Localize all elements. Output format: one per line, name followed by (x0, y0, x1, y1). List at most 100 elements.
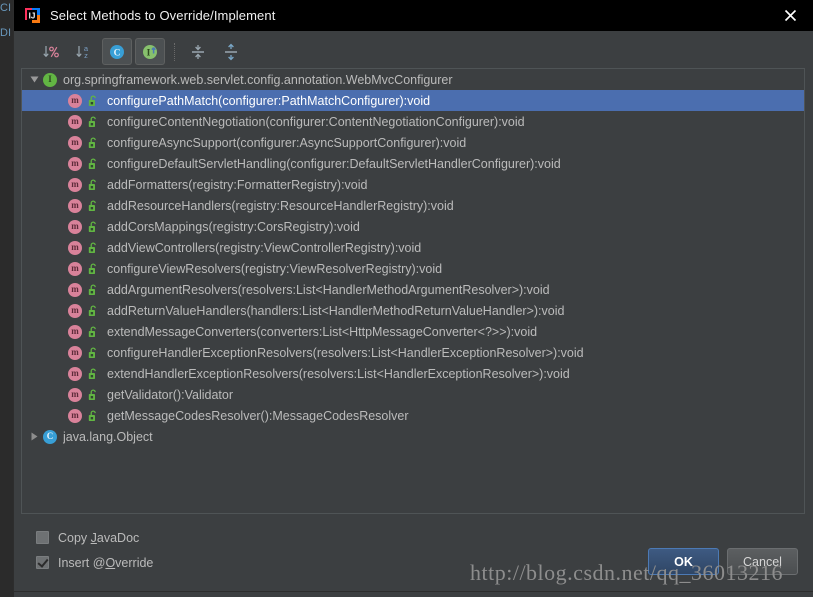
public-lock-icon (88, 409, 101, 423)
public-lock-icon (88, 262, 101, 276)
public-lock-icon (88, 388, 101, 402)
tree-row-method[interactable]: m extendMessageConverters(converters:List… (22, 321, 804, 342)
dialog-titlebar: IJ Select Methods to Override/Implement (14, 0, 813, 31)
ide-left-strip: CI DI (0, 0, 14, 597)
public-lock-icon (88, 241, 101, 255)
insert-override-checkbox[interactable] (36, 556, 49, 569)
tree-row-label: extendMessageConverters(converters:List<… (107, 324, 538, 339)
tree-row-label: configureContentNegotiation(configurer:C… (107, 114, 525, 129)
copy-javadoc-label-after: avaDoc (96, 530, 140, 545)
public-lock-icon (88, 325, 101, 339)
tree-row-type[interactable]: Iorg.springframework.web.servlet.config.… (22, 69, 804, 90)
public-lock-icon (88, 367, 101, 381)
public-lock-icon (88, 94, 101, 108)
tree-row-method[interactable]: m addFormatters(registry:FormatterRegistr… (22, 174, 804, 195)
override-implement-dialog: IJ Select Methods to Override/Implement … (14, 0, 813, 591)
tree-row-label: org.springframework.web.servlet.config.a… (63, 72, 453, 87)
method-icon: m (68, 135, 84, 151)
tree-row-label: java.lang.Object (63, 429, 153, 444)
method-icon: m (68, 261, 84, 277)
public-lock-icon (88, 220, 101, 234)
class-icon: C (43, 429, 59, 445)
tree-row-label: extendHandlerExceptionResolvers(resolver… (107, 366, 570, 381)
tree-row-method[interactable]: m configureHandlerExceptionResolvers(reso… (22, 342, 804, 363)
method-icon: m (68, 240, 84, 256)
sort-alphabetically-button[interactable]: a z (69, 38, 99, 65)
method-icon: m (68, 282, 84, 298)
public-lock-icon (88, 283, 101, 297)
tree-row-method[interactable]: m addCorsMappings(registry:CorsRegistry):… (22, 216, 804, 237)
dialog-title: Select Methods to Override/Implement (50, 8, 276, 23)
chevron-right-icon[interactable] (26, 432, 43, 441)
copy-javadoc-checkbox[interactable] (36, 531, 49, 544)
tree-row-method[interactable]: m configureDefaultServletHandling(configu… (22, 153, 804, 174)
public-lock-icon (88, 157, 101, 171)
tree-row-method[interactable]: m configureViewResolvers(registry:ViewRes… (22, 258, 804, 279)
tree-row-label: configureAsyncSupport(configurer:AsyncSu… (107, 135, 467, 150)
public-lock-icon (88, 199, 101, 213)
tree-row-method[interactable]: m addArgumentResolvers(resolvers:List<Han… (22, 279, 804, 300)
method-icon: m (68, 198, 84, 214)
dialog-toolbar: a z C I (14, 36, 813, 67)
method-icon: m (68, 93, 84, 109)
collapse-all-button[interactable] (216, 38, 246, 65)
method-icon: m (68, 366, 84, 382)
show-classes-button[interactable]: C (102, 38, 132, 65)
method-icon: m (68, 408, 84, 424)
public-lock-icon (88, 346, 101, 360)
svg-text:I: I (147, 48, 151, 58)
tree-row-method[interactable]: m addResourceHandlers(registry:ResourceHa… (22, 195, 804, 216)
insert-override-label-before: Insert @ (58, 555, 106, 570)
insert-override-mnemonic: O (105, 555, 116, 570)
method-icon: m (68, 324, 84, 340)
tree-row-label: configureHandlerExceptionResolvers(resol… (107, 345, 584, 360)
insert-override-label-after: verride (115, 555, 154, 570)
cancel-button[interactable]: Cancel (727, 548, 798, 575)
tree-row-type[interactable]: Cjava.lang.Object (22, 426, 804, 447)
public-lock-icon (88, 136, 101, 150)
methods-tree[interactable]: Iorg.springframework.web.servlet.config.… (21, 68, 805, 514)
expand-all-button[interactable] (183, 38, 213, 65)
svg-text:IJ: IJ (29, 12, 36, 21)
svg-text:C: C (114, 48, 121, 58)
tree-row-method[interactable]: m addReturnValueHandlers(handlers:List<Ha… (22, 300, 804, 321)
public-lock-icon (88, 178, 101, 192)
copy-javadoc-option[interactable]: Copy JavaDoc (36, 525, 153, 550)
interface-icon: I (43, 72, 59, 88)
method-icon: m (68, 177, 84, 193)
tree-row-method[interactable]: m getMessageCodesResolver():MessageCodesR… (22, 405, 804, 426)
tree-row-method[interactable]: m configurePathMatch(configurer:PathMatch… (22, 90, 804, 111)
sort-by-visibility-button[interactable] (36, 38, 66, 65)
method-icon: m (68, 387, 84, 403)
copy-javadoc-label: Copy JavaDoc (58, 531, 139, 545)
insert-override-option[interactable]: Insert @Override (36, 550, 153, 575)
show-interfaces-button[interactable]: I (135, 38, 165, 65)
tree-row-method[interactable]: m addViewControllers(registry:ViewControl… (22, 237, 804, 258)
tree-row-method[interactable]: m extendHandlerExceptionResolvers(resolve… (22, 363, 804, 384)
insert-override-label: Insert @Override (58, 556, 153, 570)
tree-row-label: getMessageCodesResolver():MessageCodesRe… (107, 408, 409, 423)
method-icon: m (68, 219, 84, 235)
method-icon: m (68, 345, 84, 361)
method-icon: m (68, 114, 84, 130)
public-lock-icon (88, 115, 101, 129)
tree-row-method[interactable]: m configureAsyncSupport(configurer:AsyncS… (22, 132, 804, 153)
tree-row-label: addArgumentResolvers(resolvers:List<Hand… (107, 282, 550, 297)
tree-row-label: configureDefaultServletHandling(configur… (107, 156, 561, 171)
tree-row-label: configurePathMatch(configurer:PathMatchC… (107, 93, 431, 108)
ok-button[interactable]: OK (648, 548, 719, 575)
ide-ghost-text-2: DI (0, 27, 11, 39)
tree-row-label: configureViewResolvers(registry:ViewReso… (107, 261, 443, 276)
tree-row-label: addFormatters(registry:FormatterRegistry… (107, 177, 368, 192)
tree-row-label: addReturnValueHandlers(handlers:List<Han… (107, 303, 565, 318)
tree-row-method[interactable]: m configureContentNegotiation(configurer:… (22, 111, 804, 132)
chevron-down-icon[interactable] (26, 75, 43, 84)
tree-row-method[interactable]: m getValidator():Validator (22, 384, 804, 405)
close-icon[interactable] (768, 0, 813, 31)
tree-row-label: getValidator():Validator (107, 387, 233, 402)
method-icon: m (68, 303, 84, 319)
public-lock-icon (88, 304, 101, 318)
ide-ghost-text-1: CI (0, 2, 11, 14)
svg-text:z: z (84, 51, 88, 60)
toolbar-separator (174, 42, 176, 61)
